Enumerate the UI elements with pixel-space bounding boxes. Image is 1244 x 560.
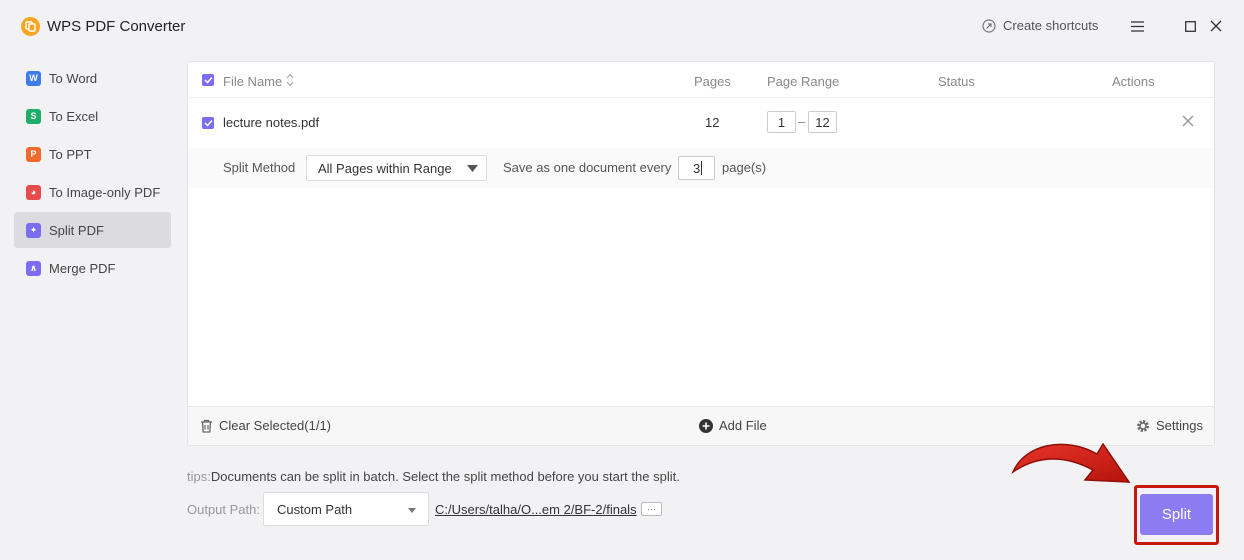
menu-button[interactable] [1129,18,1145,34]
clear-selected-button[interactable]: Clear Selected(1/1) [200,418,331,433]
select-all-checkbox[interactable] [202,74,214,86]
sidebar-item-label: To Word [49,70,98,86]
range-from-input[interactable]: 1 [767,111,796,133]
pages-per-document-input[interactable]: 3 [678,156,715,180]
sidebar-item-merge-pdf[interactable]: ∧ Merge PDF [14,250,171,286]
shortcut-icon [982,18,996,33]
split-button[interactable]: Split [1140,494,1213,535]
pages-unit-label: page(s) [722,160,767,175]
range-dash: – [798,114,806,129]
create-shortcuts-label: Create shortcuts [1003,18,1099,33]
header-status: Status [938,74,975,89]
app-logo-icon [21,17,40,36]
clear-selected-label: Clear Selected(1/1) [219,418,331,433]
word-icon: W [26,70,41,86]
sidebar-item-label: Merge PDF [49,260,116,276]
app-title: WPS PDF Converter [47,18,186,35]
dropdown-triangle-icon [467,165,478,172]
merge-icon: ∧ [26,260,41,276]
settings-button[interactable]: Settings [1136,418,1203,433]
sidebar: W To Word S To Excel P To PPT ◕ To Image… [14,60,171,288]
close-window-button[interactable] [1208,18,1224,34]
settings-label: Settings [1156,418,1203,433]
sidebar-item-to-ppt[interactable]: P To PPT [14,136,171,172]
split-method-value: All Pages within Range [318,160,452,176]
row-checkbox[interactable] [202,117,214,129]
save-every-label: Save as one document every [503,160,672,175]
red-arrow-annotation [1011,442,1131,483]
excel-icon: S [26,108,41,124]
output-path-label: Output Path: [187,502,260,517]
split-options-row: Split Method All Pages within Range Save… [188,148,1214,188]
sidebar-item-label: To Image-only PDF [49,184,161,200]
dropdown-triangle-icon [408,508,416,513]
check-icon [203,76,213,84]
add-file-button[interactable]: Add File [699,418,767,433]
ppt-icon: P [26,146,41,162]
check-icon [203,119,213,127]
sidebar-item-to-word[interactable]: W To Word [14,60,171,96]
text-cursor [701,161,703,175]
pages-per-document-value: 3 [693,160,701,176]
tips-text: tips:Documents can be split in batch. Se… [187,469,680,484]
image-pdf-icon: ◕ [26,184,41,200]
tips-label: tips: [187,469,211,484]
add-file-label: Add File [719,418,767,433]
file-list-panel: File Name Pages Page Range Status Action… [187,61,1215,446]
table-header: File Name Pages Page Range Status Action… [188,62,1214,98]
table-row: lecture notes.pdf 12 1 – 12 [188,99,1214,147]
maximize-icon [1184,20,1196,32]
browse-path-button[interactable]: ··· [641,502,662,516]
sidebar-item-label: Split PDF [49,222,104,238]
menu-icon [1130,20,1144,32]
title-bar: WPS PDF Converter Create shortcuts [0,0,1244,54]
header-actions: Actions [1112,74,1155,89]
split-icon: ✦ [26,222,41,238]
remove-file-button[interactable] [1182,115,1194,130]
output-path-select[interactable]: Custom Path [263,492,429,526]
header-pages: Pages [694,74,731,89]
trash-icon [201,419,212,433]
sidebar-item-to-excel[interactable]: S To Excel [14,98,171,134]
file-name: lecture notes.pdf [223,115,320,130]
page-count: 12 [705,115,720,130]
sidebar-item-to-image-only-pdf[interactable]: ◕ To Image-only PDF [14,174,171,210]
tips-body: Documents can be split in batch. Select … [210,469,680,484]
close-icon [1210,20,1222,32]
gear-icon [1137,419,1149,432]
add-circle-icon [699,418,713,433]
output-path-mode: Custom Path [277,501,353,517]
split-method-select[interactable]: All Pages within Range [306,155,487,181]
sidebar-item-label: To PPT [49,146,92,162]
sort-icon[interactable] [286,73,294,90]
header-file-name[interactable]: File Name [223,74,282,89]
maximize-button[interactable] [1182,18,1198,34]
range-to-input[interactable]: 12 [808,111,837,133]
header-page-range: Page Range [767,74,840,89]
split-method-label: Split Method [223,160,296,175]
sidebar-item-split-pdf[interactable]: ✦ Split PDF [14,212,171,248]
create-shortcuts-button[interactable]: Create shortcuts [982,18,1098,33]
sidebar-item-label: To Excel [49,108,99,124]
close-icon [1182,115,1194,127]
output-path-link[interactable]: C:/Users/talha/O...em 2/BF-2/finals [435,502,637,517]
